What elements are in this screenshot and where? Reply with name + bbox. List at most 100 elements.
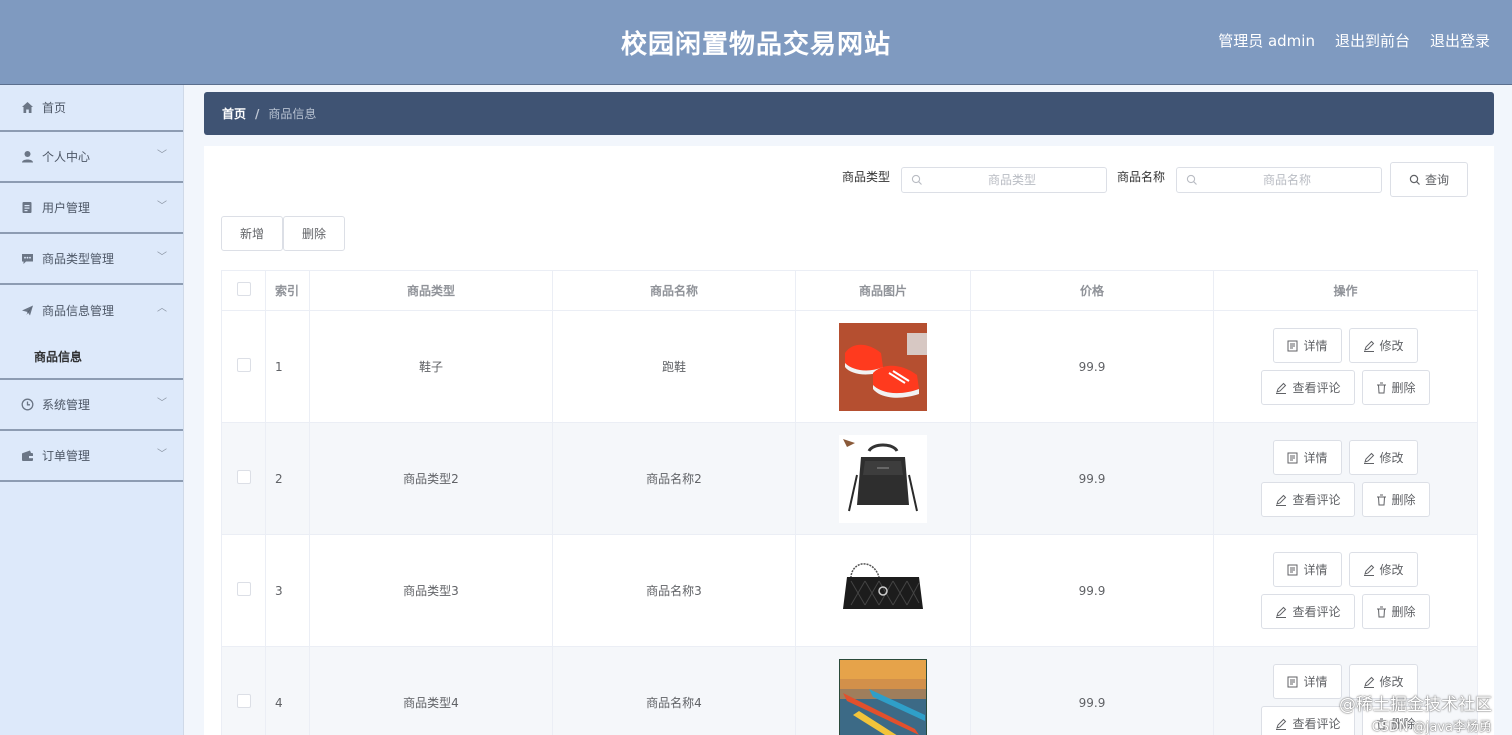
search-icon	[1186, 174, 1198, 189]
product-name-input[interactable]	[1177, 171, 1381, 188]
sidebar-item-personal-center[interactable]: 个人中心 ﹀	[0, 132, 183, 183]
row-index: 2	[265, 422, 310, 535]
table-row: 2 商品类型2 商品名称2 99.9 详情 修改 查看评论 删除	[221, 422, 1478, 535]
delete-button-label: 删除	[1391, 381, 1416, 395]
document-icon	[20, 201, 34, 215]
logout-link[interactable]: 退出登录	[1430, 30, 1490, 51]
admin-user-label[interactable]: 管理员 admin	[1218, 30, 1315, 51]
row-select-cell	[221, 534, 266, 647]
sidebar-menu: 首页 个人中心 ﹀ 用户管理 ﹀ 商品类型管理 ﹀ 商品信息管理 ︿ 商品信息 …	[0, 85, 184, 735]
edit-button-label: 修改	[1379, 675, 1404, 689]
add-button[interactable]: 新增	[221, 216, 283, 251]
product-image	[839, 546, 927, 635]
sidebar-item-product-info-management[interactable]: 商品信息管理 ︿	[0, 285, 183, 335]
send-icon	[20, 303, 34, 317]
table-row: 4 商品类型4 商品名称4 99.9 详情 修改 查看评论 删除	[221, 646, 1478, 735]
product-image	[839, 322, 927, 411]
sidebar-item-label: 首页	[42, 101, 67, 115]
wallet-icon	[20, 449, 34, 463]
home-icon	[20, 101, 34, 115]
delete-button[interactable]: 删除	[1361, 482, 1430, 517]
sidebar-item-user-management[interactable]: 用户管理 ﹀	[0, 183, 183, 234]
view-comments-button[interactable]: 查看评论	[1261, 594, 1355, 629]
view-comments-button-label: 查看评论	[1292, 717, 1341, 731]
column-header-name: 商品名称	[552, 270, 796, 311]
row-index: 1	[265, 310, 310, 423]
breadcrumb-home[interactable]: 首页	[222, 105, 246, 122]
detail-button-label: 详情	[1303, 675, 1328, 689]
query-button[interactable]: 查询	[1390, 162, 1468, 197]
sidebar-item-home[interactable]: 首页	[0, 85, 183, 132]
action-toolbar: 新增 删除	[221, 216, 345, 251]
view-comments-button[interactable]: 查看评论	[1261, 482, 1355, 517]
view-comments-button-label: 查看评论	[1292, 381, 1341, 395]
clock-icon	[20, 398, 34, 412]
edit-button[interactable]: 修改	[1348, 328, 1418, 363]
trash-icon	[1376, 606, 1386, 617]
delete-button[interactable]: 删除	[1361, 370, 1430, 405]
row-actions-cell: 详情 修改 查看评论 删除	[1213, 310, 1478, 423]
search-icon	[911, 174, 923, 189]
document-icon	[1287, 452, 1298, 463]
edit-button-label: 修改	[1379, 451, 1404, 465]
header-user-links: 管理员 admin 退出到前台 退出登录	[1218, 30, 1490, 51]
sidebar-item-system-management[interactable]: 系统管理 ﹀	[0, 380, 183, 431]
edit-button[interactable]: 修改	[1348, 552, 1418, 587]
batch-delete-button[interactable]: 删除	[283, 216, 345, 251]
product-type-input[interactable]	[901, 171, 1106, 188]
row-checkbox[interactable]	[236, 470, 251, 484]
row-image-cell	[795, 422, 971, 535]
view-comments-button-label: 查看评论	[1292, 493, 1341, 507]
row-select-cell	[221, 422, 266, 535]
detail-button[interactable]: 详情	[1273, 664, 1342, 699]
select-all-cell	[221, 270, 266, 311]
delete-button[interactable]: 删除	[1361, 594, 1430, 629]
sidebar-item-order-management[interactable]: 订单管理 ﹀	[0, 431, 183, 482]
row-type: 商品类型2	[309, 422, 553, 535]
edit-button[interactable]: 修改	[1348, 664, 1418, 699]
chevron-down-icon: ﹀	[157, 201, 167, 212]
sidebar-item-label: 商品信息管理	[42, 303, 115, 318]
row-name: 跑鞋	[552, 310, 796, 423]
user-icon	[20, 150, 34, 164]
row-name: 商品名称3	[552, 534, 796, 647]
trash-icon	[1376, 494, 1386, 505]
view-comments-button[interactable]: 查看评论	[1261, 370, 1355, 405]
row-type: 鞋子	[309, 310, 553, 423]
trash-icon	[1376, 718, 1386, 729]
row-checkbox[interactable]	[236, 694, 251, 708]
edit-button[interactable]: 修改	[1348, 440, 1418, 475]
top-header: 校园闲置物品交易网站 管理员 admin 退出到前台 退出登录	[0, 0, 1512, 85]
delete-button[interactable]: 删除	[1361, 706, 1430, 735]
table-row: 3 商品类型3 商品名称3 99.9 详情 修改 查看评论 删除	[221, 534, 1478, 647]
chevron-up-icon: ︿	[157, 303, 167, 314]
row-checkbox[interactable]	[236, 582, 251, 596]
delete-button-label: 删除	[1391, 493, 1416, 507]
chevron-down-icon: ﹀	[157, 252, 167, 263]
delete-button-label: 删除	[1391, 717, 1416, 731]
detail-button[interactable]: 详情	[1273, 328, 1342, 363]
sidebar-item-label: 用户管理	[42, 201, 91, 215]
row-type: 商品类型3	[309, 534, 553, 647]
column-header-price: 价格	[970, 270, 1214, 311]
edit-icon	[1363, 564, 1374, 576]
edit-button-label: 修改	[1379, 339, 1404, 353]
product-image	[839, 434, 927, 523]
select-all-checkbox[interactable]	[236, 282, 251, 296]
detail-button[interactable]: 详情	[1273, 552, 1342, 587]
exit-to-frontend-link[interactable]: 退出到前台	[1335, 30, 1410, 51]
product-name-search	[1176, 166, 1382, 193]
main-content: 商品类型 商品名称 查询 新增 删除	[204, 146, 1494, 735]
row-checkbox[interactable]	[236, 358, 251, 372]
row-index: 4	[265, 646, 310, 735]
view-comments-button[interactable]: 查看评论	[1261, 706, 1355, 735]
chevron-down-icon: ﹀	[157, 398, 167, 409]
detail-button[interactable]: 详情	[1273, 440, 1342, 475]
row-type: 商品类型4	[309, 646, 553, 735]
edit-icon	[1363, 676, 1374, 688]
sidebar-subitem-product-info[interactable]: 商品信息	[0, 335, 183, 380]
row-image-cell	[795, 310, 971, 423]
row-price: 99.9	[970, 534, 1214, 647]
sidebar-item-product-type-management[interactable]: 商品类型管理 ﹀	[0, 234, 183, 285]
row-index: 3	[265, 534, 310, 647]
